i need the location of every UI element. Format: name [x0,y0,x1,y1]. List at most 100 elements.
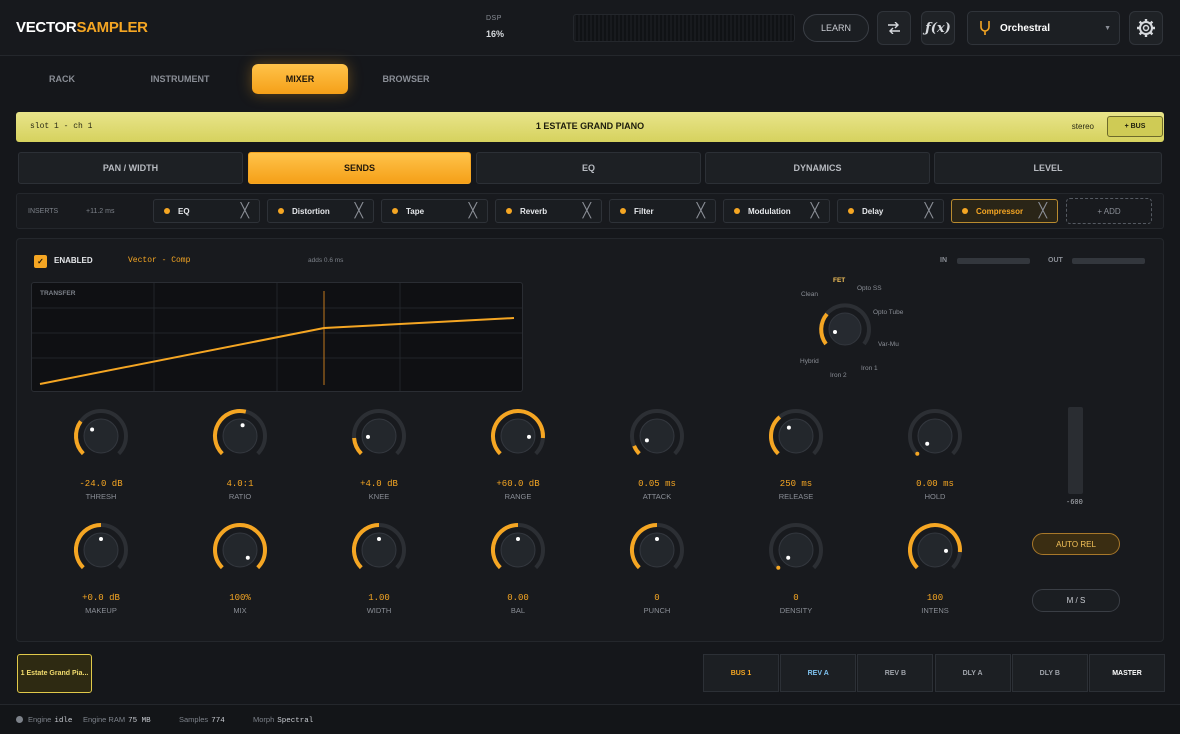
knob-label: RELEASE [778,492,814,501]
insert-active-dot [392,208,398,214]
learn-button[interactable]: LEARN [803,14,869,42]
insert-slot-tape[interactable]: Tape ╳ [381,199,488,223]
remove-insert-icon[interactable]: ╳ [811,202,819,219]
bus-master[interactable]: MASTER [1089,654,1165,692]
swap-button[interactable] [877,11,911,45]
model-opto-ss[interactable]: Opto SS [857,285,882,292]
knob-thresh[interactable]: -24.0 dB THRESH [61,404,141,504]
knob-range[interactable]: +60.0 dB RANGE [478,404,558,504]
mid-side-button[interactable]: M / S [1032,589,1120,612]
knob-attack[interactable]: 0.05 ms ATTACK [617,404,697,504]
swap-arrows-icon [888,22,900,34]
knob-ratio[interactable]: 4.0:1 RATIO [200,404,280,504]
bus-rev-a[interactable]: REV A [780,654,857,692]
preset-selector[interactable]: Orchestral ▼ [967,11,1120,45]
remove-insert-icon[interactable]: ╳ [241,202,249,219]
knob-value: 1.00 [368,593,390,603]
settings-button[interactable] [1129,11,1163,45]
tab-instrument[interactable]: INSTRUMENT [140,64,220,94]
model-iron-1[interactable]: Iron 1 [861,365,878,372]
tab-mixer[interactable]: MIXER [252,64,348,94]
knob-mix[interactable]: 100% MIX [200,518,280,618]
knob-hold[interactable]: 0.00 ms HOLD [895,404,975,504]
remove-insert-icon[interactable]: ╳ [925,202,933,219]
model-selector-knob[interactable] [815,299,875,359]
knob-value: 0.05 ms [638,479,676,489]
model-fet[interactable]: FET [833,277,845,284]
remove-insert-icon[interactable]: ╳ [469,202,477,219]
bus-dly-b[interactable]: DLY B [1011,654,1088,692]
engine-status-dot [16,716,23,723]
output-meter [573,14,795,42]
enabled-label: ENABLED [54,256,93,265]
stereo-mode[interactable]: stereo [1072,122,1094,131]
engine-status: Engine idle [28,715,73,725]
add-bus-button[interactable]: + BUS [1107,116,1163,137]
insert-active-dot [506,208,512,214]
knob-punch[interactable]: 0 PUNCH [617,518,697,618]
knob-dial [351,522,406,570]
insert-active-dot [962,208,968,214]
auto-release-button[interactable]: AUTO REL [1032,533,1120,555]
input-meter [957,258,1030,264]
tab-rack[interactable]: RACK [24,64,100,94]
insert-slot-distortion[interactable]: Distortion ╳ [267,199,374,223]
tab-eq[interactable]: EQ [476,152,701,184]
tab-level[interactable]: LEVEL [934,152,1162,184]
knob-dial [629,522,684,570]
bus-dly-a[interactable]: DLY A [934,654,1011,692]
knob-knee[interactable]: +4.0 dB KNEE [339,404,419,504]
model-clean[interactable]: Clean [801,291,818,298]
knob-value: +4.0 dB [360,479,398,489]
channel-button[interactable]: 1 Estate Grand Pia... [17,654,92,693]
input-label: IN [940,257,947,264]
gain-reduction-meter [1068,407,1083,494]
model-opto-tube[interactable]: Opto Tube [873,309,903,316]
insert-active-dot [848,208,854,214]
insert-active-dot [620,208,626,214]
model-iron-2[interactable]: Iron 2 [830,372,847,379]
knob-value: 100 [926,593,944,603]
function-button[interactable]: ƒ(x) [921,11,955,45]
insert-slot-eq[interactable]: EQ ╳ [153,199,260,223]
knob-density[interactable]: 0 DENSITY [756,518,836,618]
preset-name: Orchestral [1000,22,1051,34]
knob-label: MIX [233,606,247,615]
knob-makeup[interactable]: +0.0 dB MAKEUP [61,518,141,618]
knob-release[interactable]: 250 ms RELEASE [756,404,836,504]
model-hybrid[interactable]: Hybrid [800,358,819,365]
knob-value: 100% [229,593,251,603]
bus-rev-b[interactable]: REV B [857,654,934,692]
tab-sends[interactable]: SENDS [248,152,471,184]
dsp-value: 16% [486,29,505,39]
tab-dynamics[interactable]: DYNAMICS [705,152,930,184]
knob-dial [908,409,962,456]
tab-pan-width[interactable]: PAN / WIDTH [18,152,243,184]
enabled-checkbox[interactable]: ✓ [34,255,47,268]
model-var-mu[interactable]: Var-Mu [878,341,899,348]
insert-slot-reverb[interactable]: Reverb ╳ [495,199,602,223]
insert-slot-delay[interactable]: Delay ╳ [837,199,944,223]
knob-label: BAL [510,606,526,615]
knob-bal[interactable]: 0.00 BAL [478,518,558,618]
channel-header-strip: slot 1 - ch 1 1 ESTATE GRAND PIANO stere… [16,112,1164,142]
add-insert-button[interactable]: + ADD [1066,198,1152,224]
remove-insert-icon[interactable]: ╳ [1039,202,1047,219]
knob-value: -24.0 dB [79,479,123,489]
knob-dial [630,409,684,456]
knob-intens[interactable]: 100 INTENS [895,518,975,618]
knob-label: MAKEUP [85,606,117,615]
engine-ram: Engine RAM 75 MB [83,715,151,725]
insert-slot-compressor[interactable]: Compressor ╳ [951,199,1058,223]
knob-width[interactable]: 1.00 WIDTH [339,518,419,618]
knob-label: WIDTH [366,606,392,615]
remove-insert-icon[interactable]: ╳ [583,202,591,219]
tab-browser[interactable]: BROWSER [372,64,440,94]
insert-name: Filter [634,206,654,216]
insert-slot-filter[interactable]: Filter ╳ [609,199,716,223]
bus-bus-1[interactable]: BUS 1 [703,654,779,692]
knob-value: 250 ms [779,479,813,489]
remove-insert-icon[interactable]: ╳ [355,202,363,219]
remove-insert-icon[interactable]: ╳ [697,202,705,219]
insert-slot-modulation[interactable]: Modulation ╳ [723,199,830,223]
